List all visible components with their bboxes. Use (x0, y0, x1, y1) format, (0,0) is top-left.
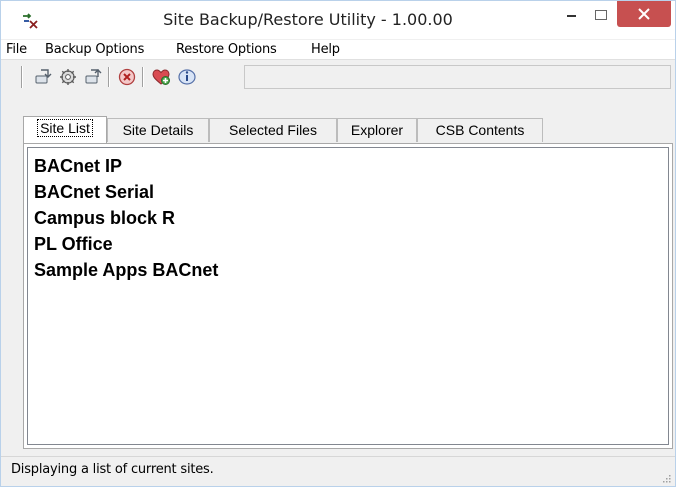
tab-site-list[interactable]: Site List (23, 116, 107, 143)
list-item[interactable]: PL Office (34, 231, 668, 257)
status-text: Displaying a list of current sites. (11, 462, 214, 477)
tab-explorer[interactable]: Explorer (337, 118, 417, 142)
resize-grip-icon[interactable] (661, 472, 671, 483)
settings-icon[interactable] (58, 67, 78, 87)
toolbar-grip (21, 66, 23, 88)
list-item[interactable]: BACnet IP (34, 153, 668, 179)
window-title: Site Backup/Restore Utility - 1.00.00 (163, 10, 453, 29)
toolbar-separator (108, 67, 110, 87)
toolbar-separator (142, 67, 144, 87)
close-button[interactable] (617, 1, 671, 27)
maximize-button[interactable] (587, 1, 615, 31)
tab-label: Site List (37, 119, 93, 137)
add-site-icon[interactable] (151, 67, 171, 87)
tab-site-details[interactable]: Site Details (107, 118, 209, 142)
backup-site-icon[interactable] (33, 67, 53, 87)
title-bar[interactable]: Site Backup/Restore Utility - 1.00.00 (1, 1, 675, 39)
minimize-button[interactable] (556, 1, 586, 31)
list-item[interactable]: Sample Apps BACnet (34, 257, 668, 283)
tab-csb-contents[interactable]: CSB Contents (417, 118, 543, 142)
site-list[interactable]: BACnet IP BACnet Serial Campus block R P… (27, 147, 669, 445)
menu-help[interactable]: Help (311, 41, 340, 60)
menu-file[interactable]: File (6, 41, 27, 60)
toolbar-empty-area (244, 65, 671, 89)
app-icon (21, 11, 39, 29)
info-icon[interactable] (177, 67, 197, 87)
menu-backup-options[interactable]: Backup Options (45, 41, 144, 60)
list-item[interactable]: Campus block R (34, 205, 668, 231)
menu-restore-options[interactable]: Restore Options (176, 41, 277, 60)
list-item[interactable]: BACnet Serial (34, 179, 668, 205)
tab-selected-files[interactable]: Selected Files (209, 118, 337, 142)
close-icon (638, 8, 650, 20)
restore-site-icon[interactable] (83, 67, 103, 87)
menu-bar: File Backup Options Restore Options Help (1, 40, 675, 60)
stop-icon[interactable] (117, 67, 137, 87)
toolbar (1, 61, 675, 93)
tab-panel: BACnet IP BACnet Serial Campus block R P… (23, 143, 673, 449)
app-window: Site Backup/Restore Utility - 1.00.00 Fi… (0, 0, 676, 487)
status-bar: Displaying a list of current sites. (1, 456, 675, 486)
